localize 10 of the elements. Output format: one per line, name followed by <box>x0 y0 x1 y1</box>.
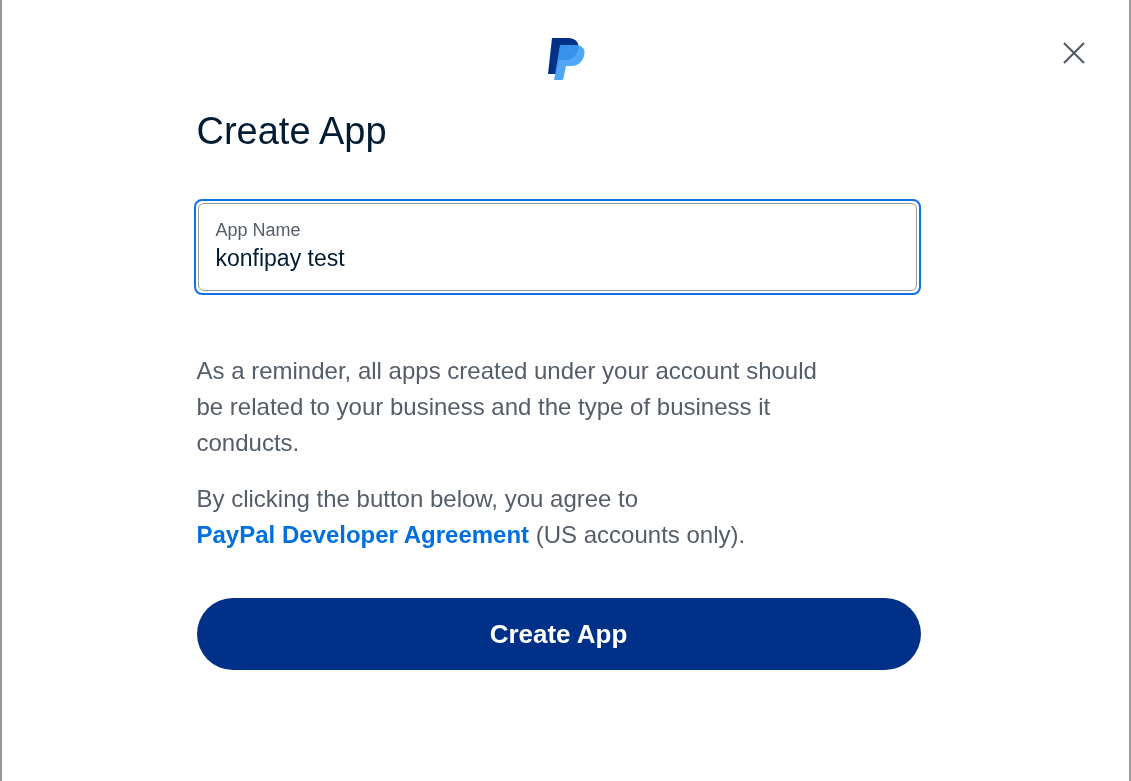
app-name-field[interactable]: App Name konfipay test <box>193 199 921 295</box>
logo-icon <box>545 36 586 82</box>
agreement-link[interactable]: PayPal Developer Agreement <box>196 521 530 548</box>
field-value: konfipay test <box>215 245 346 272</box>
close-icon <box>1063 42 1085 64</box>
dialog-title: Create App <box>196 110 388 153</box>
agreement-text: By clicking the button below, you agree to PayPal Developer Agreement (US accounts only). <box>196 484 747 550</box>
reminder-text: As a reminder, all apps created under your account should be related to your business and the type of business it conducts. <box>196 356 818 458</box>
field-label: App Name <box>215 220 302 241</box>
create-app-button[interactable]: Create App <box>196 598 921 670</box>
